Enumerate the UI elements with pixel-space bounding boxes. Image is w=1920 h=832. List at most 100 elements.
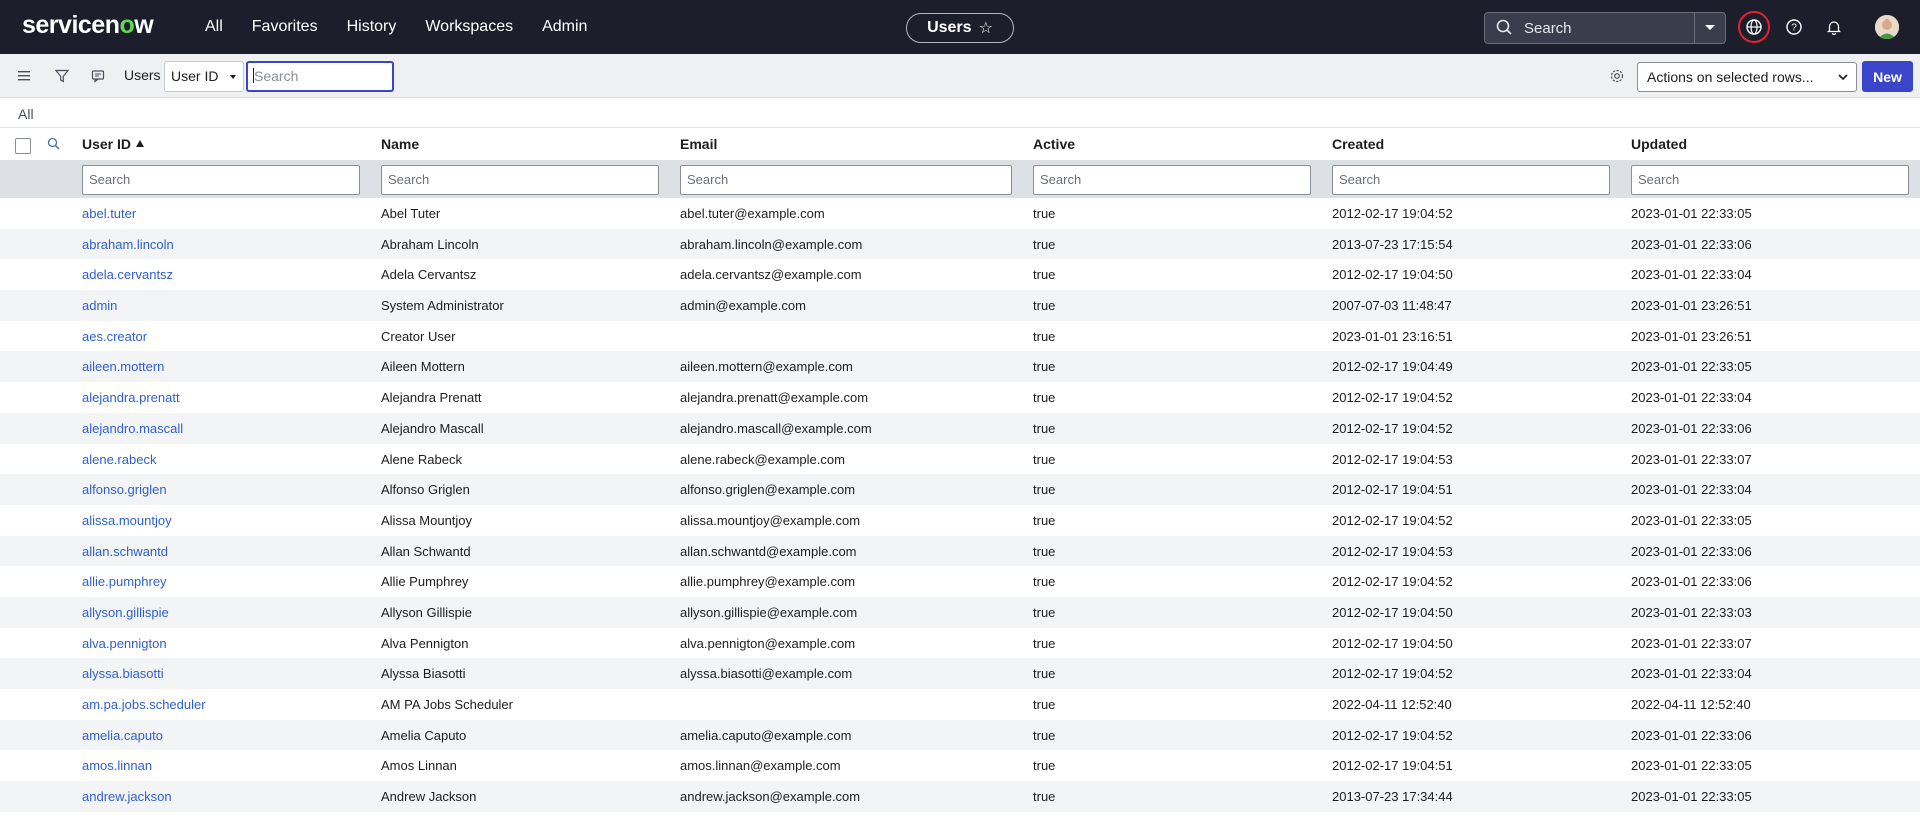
help-icon[interactable]: ? (1782, 15, 1806, 39)
user-id-cell[interactable]: abel.tuter (82, 206, 136, 221)
table-row[interactable]: alva.pennigton Alva Pennigton alva.pennigt… (0, 628, 1920, 659)
search-scope-dropdown[interactable] (1694, 12, 1726, 44)
name-cell: Allan Schwantd (381, 543, 471, 559)
updated-cell: 2023-01-01 22:33:07 (1631, 635, 1752, 651)
breadcrumb-all[interactable]: All (18, 106, 34, 122)
column-header-created[interactable]: Created (1332, 136, 1384, 152)
menu-history[interactable]: History (347, 18, 397, 36)
user-id-cell[interactable]: allan.schwantd (82, 544, 168, 559)
table-body: abel.tuter Abel Tuter abel.tuter@example.c… (0, 198, 1920, 812)
created-cell: 2012-02-17 19:04:53 (1332, 543, 1453, 559)
user-id-cell[interactable]: alene.rabeck (82, 452, 156, 467)
created-cell: 2012-02-17 19:04:52 (1332, 206, 1453, 221)
hamburger-menu-icon[interactable] (15, 66, 35, 86)
servicenow-logo[interactable]: servicenow (22, 11, 154, 40)
user-id-cell[interactable]: aileen.mottern (82, 359, 164, 374)
table-row[interactable]: amos.linnan Amos Linnan amos.linnan@exampl… (0, 750, 1920, 781)
search-icon[interactable] (47, 137, 61, 151)
updated-column-search[interactable]: Search (1631, 165, 1909, 195)
global-search-input[interactable]: Search (1484, 12, 1695, 44)
menu-all[interactable]: All (205, 18, 223, 36)
table-row[interactable]: andrew.jackson Andrew Jackson andrew.jacks… (0, 781, 1920, 812)
updated-cell: 2023-01-01 22:33:06 (1631, 420, 1752, 436)
user-id-cell[interactable]: alejandra.prenatt (82, 390, 180, 405)
menu-workspaces[interactable]: Workspaces (425, 18, 513, 36)
created-cell: 2012-02-17 19:04:50 (1332, 635, 1453, 651)
name-cell: Alejandra Prenatt (381, 390, 482, 406)
table-row[interactable]: am.pa.jobs.scheduler AM PA Jobs Scheduler… (0, 689, 1920, 720)
table-row[interactable]: alejandro.mascall Alejandro Mascall alejan… (0, 412, 1920, 444)
user-id-cell[interactable]: alejandro.mascall (82, 421, 183, 436)
user-id-cell[interactable]: amos.linnan (82, 758, 152, 773)
column-header-name[interactable]: Name (381, 136, 419, 152)
email-column-search[interactable]: Search (680, 165, 1012, 195)
table-row[interactable]: admin System Administrator admin@example.c… (0, 290, 1920, 321)
updated-cell: 2023-01-01 22:33:05 (1631, 359, 1752, 375)
search-field-select[interactable]: User ID (164, 61, 244, 92)
gear-icon[interactable] (1607, 66, 1627, 86)
created-column-search[interactable]: Search (1332, 165, 1610, 195)
chevron-down-icon (1705, 25, 1715, 30)
user-id-cell[interactable]: am.pa.jobs.scheduler (82, 697, 206, 712)
updated-cell: 2023-01-01 22:33:04 (1631, 390, 1752, 406)
column-header-user-id[interactable]: User ID (82, 136, 145, 152)
user-id-cell[interactable]: allie.pumphrey (82, 574, 167, 589)
user-id-column-search[interactable]: Search (82, 165, 360, 195)
name-column-search[interactable]: Search (381, 165, 659, 195)
table-row[interactable]: aes.creator Creator User true 2023-01-01 23… (0, 321, 1920, 352)
menu-favorites[interactable]: Favorites (252, 18, 318, 36)
user-id-cell[interactable]: alyssa.biasotti (82, 666, 164, 681)
name-cell: Allie Pumphrey (381, 574, 469, 590)
name-cell: Alene Rabeck (381, 451, 462, 467)
active-cell: true (1033, 298, 1056, 314)
column-header-email[interactable]: Email (680, 136, 717, 152)
table-row[interactable]: amelia.caputo Amelia Caputo amelia.caputo@… (0, 719, 1920, 751)
table-row[interactable]: adela.cervantsz Adela Cervantsz adela.cerv… (0, 259, 1920, 290)
table-row[interactable]: allyson.gillispie Allyson Gillispie allyso… (0, 596, 1920, 628)
menu-admin[interactable]: Admin (542, 18, 587, 36)
name-cell: Allyson Gillispie (381, 604, 473, 620)
list-search-input[interactable]: Search (246, 61, 394, 92)
user-id-cell[interactable]: aes.creator (82, 329, 147, 344)
actions-on-selected-rows-select[interactable]: Actions on selected rows... (1637, 62, 1857, 92)
comment-icon[interactable] (88, 66, 108, 86)
table-row[interactable]: alfonso.griglen Alfonso Griglen alfonso.gr… (0, 474, 1920, 505)
table-row[interactable]: allan.schwantd Allan Schwantd allan.schwan… (0, 535, 1920, 567)
bell-icon[interactable] (1822, 15, 1846, 39)
email-cell: alejandra.prenatt@example.com (680, 390, 869, 406)
table-row[interactable]: abel.tuter Abel Tuter abel.tuter@example.c… (0, 198, 1920, 229)
user-id-cell[interactable]: alissa.mountjoy (82, 513, 172, 528)
active-column-search[interactable]: Search (1033, 165, 1311, 195)
user-avatar[interactable] (1875, 15, 1899, 39)
name-cell: Alva Pennigton (381, 635, 469, 651)
column-header-updated[interactable]: Updated (1631, 136, 1687, 152)
name-cell: Amelia Caputo (381, 727, 467, 743)
email-cell: amelia.caputo@example.com (680, 727, 852, 743)
star-icon[interactable]: ☆ (979, 18, 993, 38)
table-row[interactable]: alyssa.biasotti Alyssa Biasotti alyssa.bia… (0, 658, 1920, 689)
table-row[interactable]: allie.pumphrey Allie Pumphrey allie.pumphr… (0, 566, 1920, 597)
user-id-cell[interactable]: alfonso.griglen (82, 482, 167, 497)
active-cell: true (1033, 574, 1056, 590)
user-id-cell[interactable]: andrew.jackson (82, 789, 172, 804)
active-cell: true (1033, 206, 1056, 221)
updated-cell: 2023-01-01 22:33:05 (1631, 758, 1752, 774)
user-id-cell[interactable]: allyson.gillispie (82, 605, 169, 620)
globe-icon[interactable] (1742, 15, 1766, 39)
context-title-pill[interactable]: Users ☆ (906, 13, 1014, 43)
user-id-cell[interactable]: abraham.lincoln (82, 237, 174, 252)
table-row[interactable]: alene.rabeck Alene Rabeck alene.rabeck@exa… (0, 444, 1920, 475)
active-cell: true (1033, 328, 1056, 344)
new-button[interactable]: New (1862, 61, 1913, 92)
user-id-cell[interactable]: amelia.caputo (82, 728, 163, 743)
filter-icon[interactable] (52, 66, 72, 86)
user-id-cell[interactable]: admin (82, 298, 117, 313)
user-id-cell[interactable]: alva.pennigton (82, 636, 167, 651)
table-row[interactable]: abraham.lincoln Abraham Lincoln abraham.li… (0, 228, 1920, 260)
table-row[interactable]: alissa.mountjoy Alissa Mountjoy alissa.mou… (0, 505, 1920, 536)
user-id-cell[interactable]: adela.cervantsz (82, 267, 173, 282)
table-row[interactable]: alejandra.prenatt Alejandra Prenatt alejan… (0, 382, 1920, 413)
table-row[interactable]: aileen.mottern Aileen Mottern aileen.motte… (0, 351, 1920, 383)
select-all-checkbox[interactable] (15, 138, 31, 154)
column-header-active[interactable]: Active (1033, 136, 1075, 152)
